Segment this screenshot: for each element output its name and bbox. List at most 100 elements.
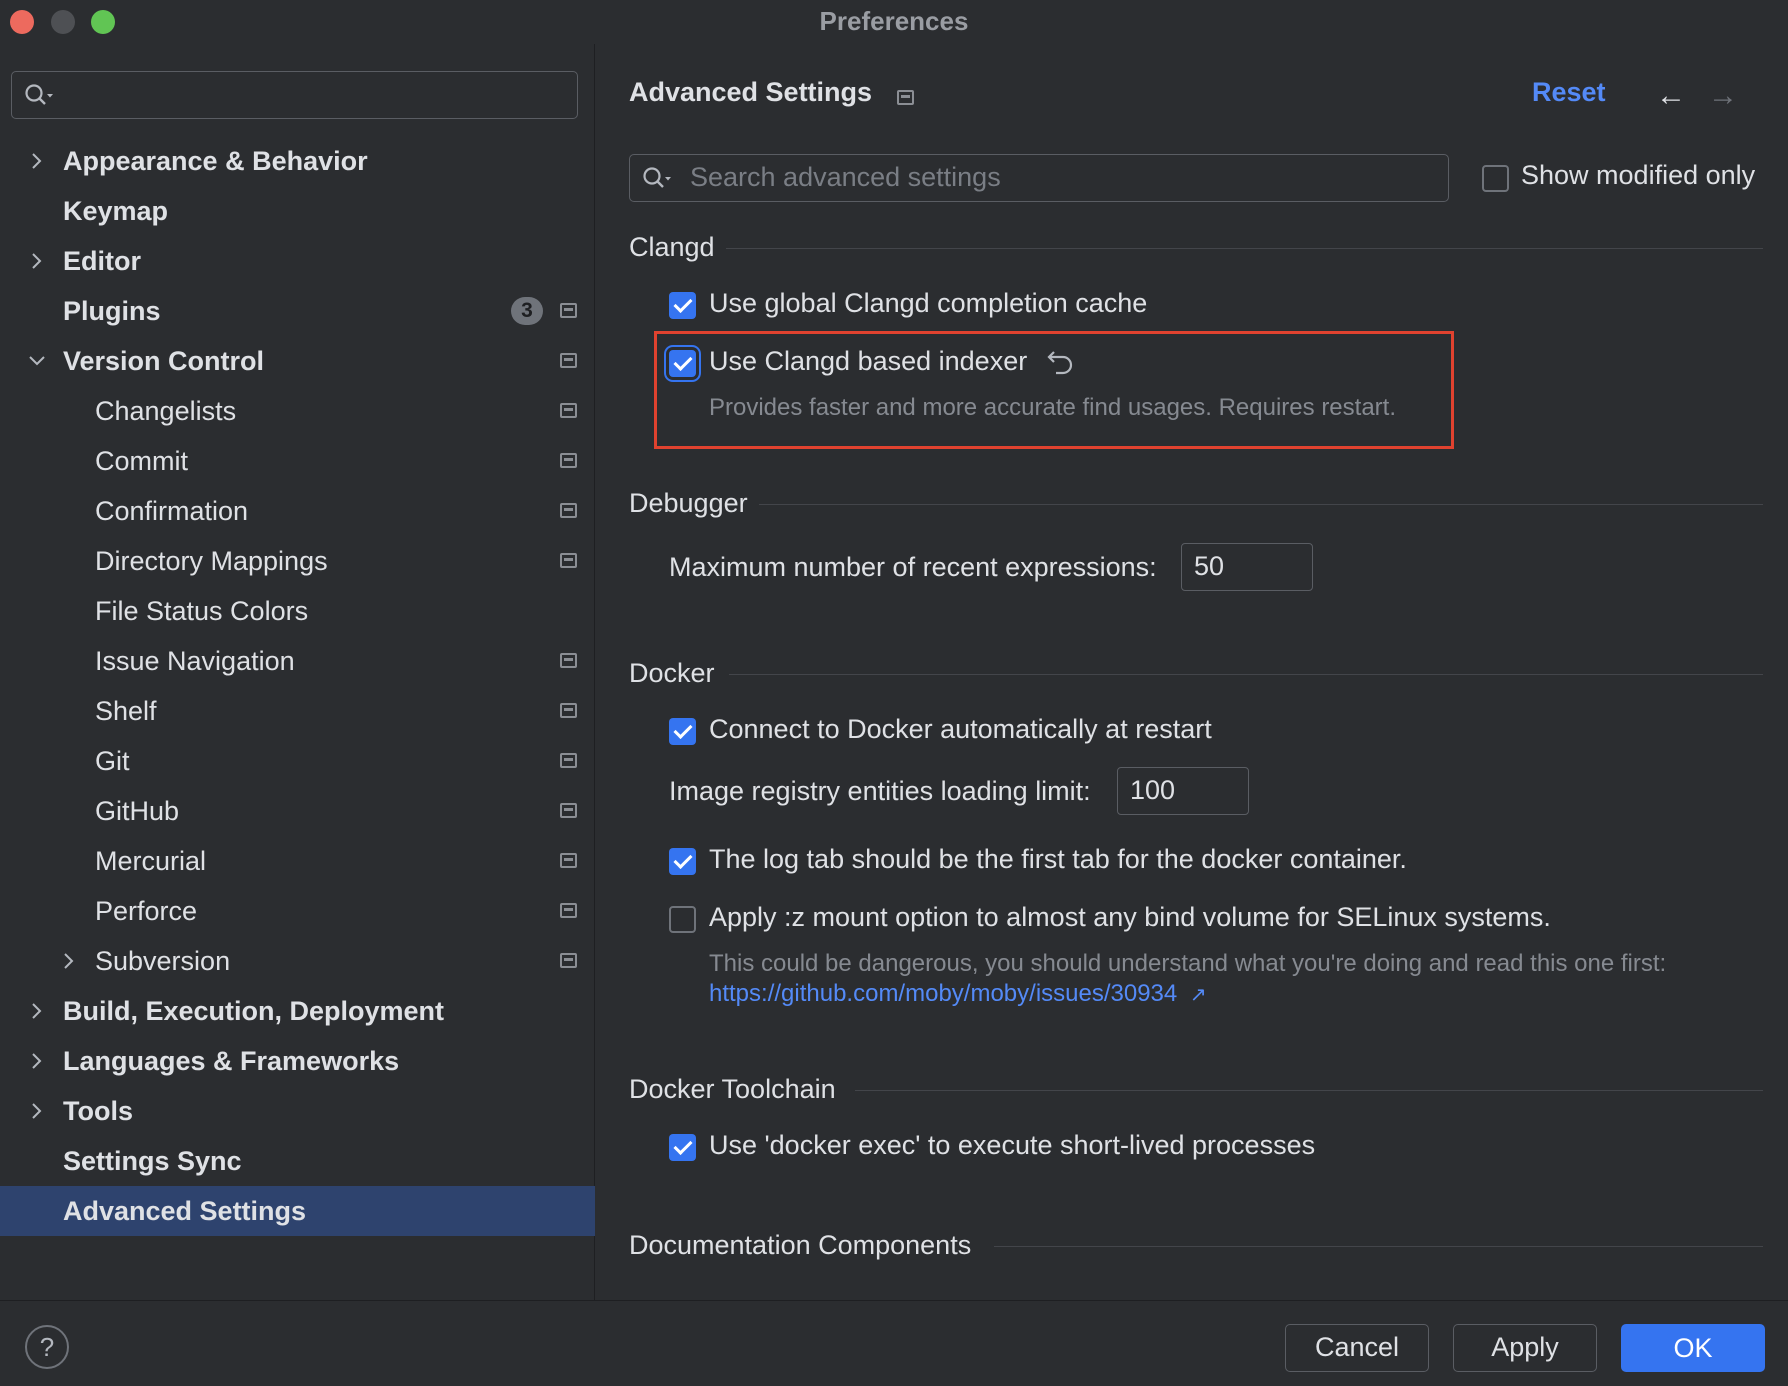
- chevron-right-icon[interactable]: [23, 986, 51, 1036]
- show-modified-label[interactable]: Show modified only: [1521, 160, 1755, 191]
- sidebar-item-label: Commit: [95, 446, 188, 476]
- section-title-debugger: Debugger: [629, 488, 748, 518]
- show-modified-checkbox[interactable]: [1482, 165, 1509, 192]
- sidebar-item-git[interactable]: Git: [0, 736, 595, 786]
- sidebar-item-plugins[interactable]: Plugins 3: [0, 286, 595, 336]
- chevron-right-icon[interactable]: [23, 136, 51, 186]
- cancel-button[interactable]: Cancel: [1285, 1324, 1429, 1372]
- reset-link[interactable]: Reset: [1532, 77, 1606, 108]
- sidebar-item-shelf[interactable]: Shelf: [0, 686, 595, 736]
- sidebar-item-label: Editor: [63, 246, 141, 276]
- sidebar-item-version-control[interactable]: Version Control: [0, 336, 595, 386]
- sidebar-item-mercurial[interactable]: Mercurial: [0, 836, 595, 886]
- sidebar-item-editor[interactable]: Editor: [0, 236, 595, 286]
- sidebar-item-changelists[interactable]: Changelists: [0, 386, 595, 436]
- moby-issue-link-text[interactable]: https://github.com/moby/moby/issues/3093…: [709, 980, 1177, 1007]
- sidebar-item-label: Issue Navigation: [95, 646, 295, 676]
- dialog-footer: ? Cancel Apply OK: [0, 1300, 1788, 1386]
- selinux-label[interactable]: Apply :z mount option to almost any bind…: [709, 902, 1551, 933]
- sidebar-item-advanced-settings[interactable]: Advanced Settings: [0, 1186, 595, 1236]
- sidebar-item-commit[interactable]: Commit: [0, 436, 595, 486]
- docker-connect-label[interactable]: Connect to Docker automatically at resta…: [709, 714, 1212, 745]
- completion-cache-label[interactable]: Use global Clangd completion cache: [709, 288, 1147, 319]
- log-tab-checkbox[interactable]: [669, 848, 696, 875]
- advanced-search-field[interactable]: [629, 154, 1449, 202]
- docker-exec-checkbox[interactable]: [669, 1134, 696, 1161]
- sidebar-item-issue-navigation[interactable]: Issue Navigation: [0, 636, 595, 686]
- sidebar-item-build-execution-deployment[interactable]: Build, Execution, Deployment: [0, 986, 595, 1036]
- sidebar-item-github[interactable]: GitHub: [0, 786, 595, 836]
- help-button[interactable]: ?: [25, 1325, 69, 1369]
- project-level-icon: [560, 753, 577, 768]
- sidebar-item-label: Plugins: [63, 296, 161, 326]
- section-title-docker: Docker: [629, 658, 715, 688]
- sidebar-item-tools[interactable]: Tools: [0, 1086, 595, 1136]
- sidebar-item-label: GitHub: [95, 796, 180, 826]
- sidebar-item-file-status-colors[interactable]: File Status Colors: [0, 586, 595, 636]
- sidebar-item-label: Git: [95, 746, 130, 776]
- settings-sidebar: Appearance & Behavior Keymap Editor Plugins…: [0, 44, 595, 1300]
- sidebar-item-appearance-behavior[interactable]: Appearance & Behavior: [0, 136, 595, 186]
- advanced-search-input[interactable]: [690, 155, 1430, 200]
- log-tab-label[interactable]: The log tab should be the first tab for …: [709, 844, 1407, 875]
- moby-issue-link[interactable]: https://github.com/moby/moby/issues/3093…: [709, 980, 1207, 1008]
- sidebar-item-label: Perforce: [95, 896, 198, 926]
- sidebar-item-label: Advanced Settings: [63, 1196, 307, 1226]
- sidebar-item-label: Changelists: [95, 396, 237, 426]
- completion-cache-checkbox[interactable]: [669, 292, 696, 319]
- project-level-icon: [560, 803, 577, 818]
- chevron-right-icon[interactable]: [55, 936, 83, 986]
- apply-button[interactable]: Apply: [1453, 1324, 1597, 1372]
- registry-limit-field[interactable]: 100: [1117, 767, 1249, 815]
- sidebar-item-label: Subversion: [95, 946, 231, 976]
- project-level-icon: [560, 853, 577, 868]
- sidebar-item-label: Settings Sync: [63, 1146, 242, 1176]
- revert-icon[interactable]: [1046, 346, 1076, 381]
- chevron-right-icon[interactable]: [23, 1036, 51, 1086]
- sidebar-item-settings-sync[interactable]: Settings Sync: [0, 1136, 595, 1186]
- sidebar-item-subversion[interactable]: Subversion: [0, 936, 595, 986]
- window-title: Preferences: [819, 6, 969, 36]
- docker-connect-checkbox[interactable]: [669, 718, 696, 745]
- project-level-icon: [560, 453, 577, 468]
- sidebar-search-input[interactable]: [11, 71, 578, 119]
- sidebar-item-languages-frameworks[interactable]: Languages & Frameworks: [0, 1036, 595, 1086]
- section-separator: [729, 674, 1763, 675]
- page-title: Advanced Settings: [629, 77, 873, 107]
- title-bar: Preferences: [0, 0, 1788, 44]
- sidebar-item-label: File Status Colors: [95, 596, 309, 626]
- section-separator: [994, 1246, 1763, 1247]
- chevron-right-icon[interactable]: [23, 236, 51, 286]
- registry-limit-label: Image registry entities loading limit:: [669, 776, 1091, 806]
- sidebar-item-confirmation[interactable]: Confirmation: [0, 486, 595, 536]
- project-level-icon: [560, 503, 577, 518]
- project-level-icon: [560, 353, 577, 368]
- max-expressions-field[interactable]: 50: [1181, 543, 1313, 591]
- chevron-down-icon[interactable]: [23, 336, 51, 386]
- selinux-hint: This could be dangerous, you should unde…: [709, 950, 1667, 977]
- clangd-indexer-checkbox[interactable]: [669, 350, 696, 377]
- sidebar-item-label: Version Control: [63, 346, 265, 376]
- sidebar-item-label: Tools: [63, 1096, 133, 1126]
- selinux-checkbox[interactable]: [669, 906, 696, 933]
- project-level-icon: [560, 903, 577, 918]
- sidebar-item-label: Mercurial: [95, 846, 207, 876]
- sidebar-item-directory-mappings[interactable]: Directory Mappings: [0, 536, 595, 586]
- clangd-indexer-hint: Provides faster and more accurate find u…: [709, 394, 1396, 421]
- section-separator: [726, 248, 1763, 249]
- sidebar-item-label: Languages & Frameworks: [63, 1046, 400, 1076]
- sidebar-item-perforce[interactable]: Perforce: [0, 886, 595, 936]
- project-level-icon: [560, 653, 577, 668]
- docker-exec-label[interactable]: Use 'docker exec' to execute short-lived…: [709, 1130, 1315, 1161]
- max-expressions-label: Maximum number of recent expressions:: [669, 552, 1157, 582]
- back-arrow-icon[interactable]: ←: [1656, 79, 1686, 113]
- sidebar-item-keymap[interactable]: Keymap: [0, 186, 595, 236]
- ok-button[interactable]: OK: [1621, 1324, 1765, 1372]
- update-count-badge: 3: [511, 297, 543, 325]
- forward-arrow-icon[interactable]: →: [1708, 79, 1738, 113]
- search-icon: [24, 83, 58, 114]
- external-link-icon: ↗: [1189, 984, 1207, 1006]
- chevron-right-icon[interactable]: [23, 1086, 51, 1136]
- clangd-indexer-label[interactable]: Use Clangd based indexer: [709, 346, 1027, 377]
- project-level-icon: [560, 303, 577, 318]
